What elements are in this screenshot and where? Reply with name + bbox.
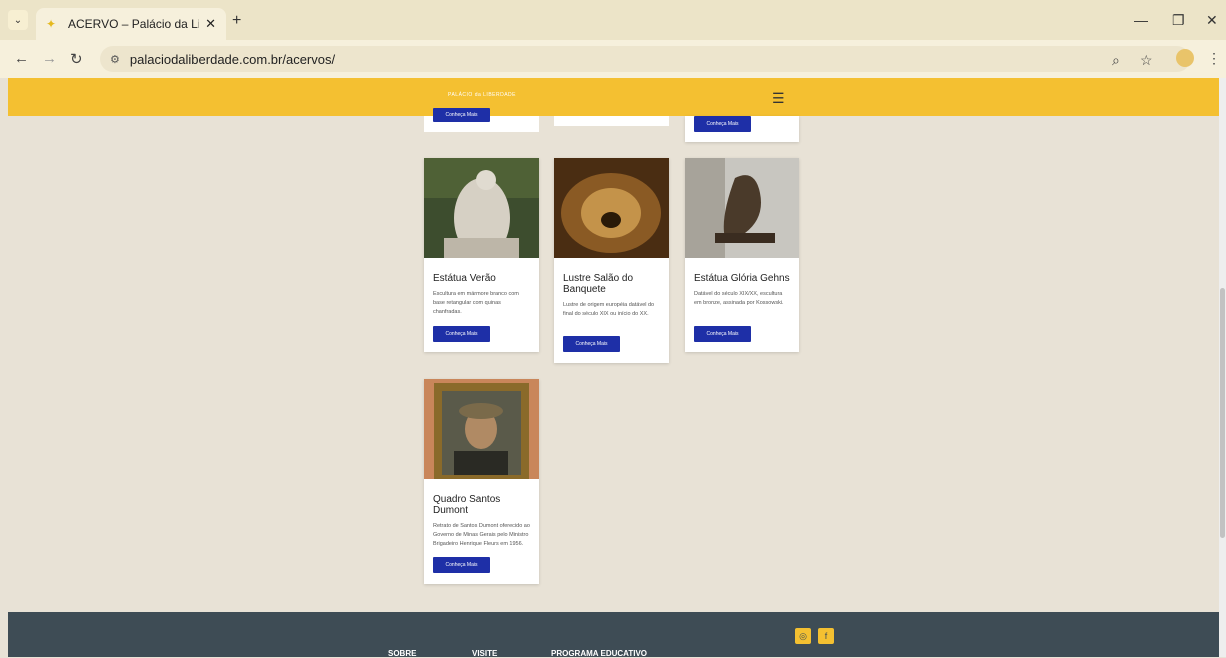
site-logo[interactable]: PALÁCIO da LIBERDADE (448, 92, 516, 98)
site-info-icon[interactable]: ⚙ (110, 53, 120, 66)
bookmark-star-icon[interactable]: ☆ (1140, 52, 1153, 69)
card-description: Escultura em mármore branco com base ret… (433, 291, 519, 315)
back-icon[interactable]: ← (14, 50, 29, 67)
portrait-painting-image[interactable] (424, 379, 539, 479)
scrollbar-thumb[interactable] (1220, 288, 1225, 538)
minimize-icon[interactable]: — (1134, 12, 1148, 28)
card-description: Retrato de Santos Dumont oferecido ao Go… (433, 523, 530, 547)
restore-icon[interactable]: ❐ (1172, 12, 1185, 29)
browser-tab-strip: ⌄ ✦ ACERVO – Palácio da Liberdade ✕ + — … (0, 0, 1226, 40)
tab-search-button[interactable]: ⌄ (8, 10, 28, 30)
collection-card: Lustre Salão do Banquete Lustre de orige… (554, 158, 669, 363)
card-title: Estátua Glória Gehns (694, 273, 790, 284)
zoom-icon[interactable]: ⌕ (1112, 52, 1120, 69)
card-title: Lustre Salão do Banquete (563, 273, 634, 295)
collection-card: Estátua Glória Gehns Datável do século X… (685, 158, 799, 352)
card-title: Estátua Verão (433, 273, 496, 284)
chandelier-image[interactable] (554, 158, 669, 258)
collection-card: Quadro Santos Dumont Retrato de Santos D… (424, 379, 539, 584)
page-scrollbar[interactable] (1219, 78, 1226, 657)
browser-menu-icon[interactable]: ⋮ (1207, 50, 1221, 67)
browser-tab[interactable]: ✦ ACERVO – Palácio da Liberdade ✕ (36, 8, 226, 40)
tab-close-icon[interactable]: ✕ (205, 16, 216, 32)
conheca-mais-button[interactable]: Conheça Mais (433, 108, 490, 122)
site-favicon-icon: ✦ (46, 17, 57, 31)
profile-avatar[interactable] (1176, 49, 1194, 67)
site-header: PALÁCIO da LIBERDADE ☰ (8, 78, 1219, 116)
card-description: Datável do século XIX/XX, escultura em b… (694, 291, 784, 306)
address-toolbar: ← → ↻ ⚙ palaciodaliberdade.com.br/acervo… (0, 40, 1226, 78)
card-description: Lustre de origem européia datável do fin… (563, 302, 655, 317)
instagram-icon[interactable]: ◎ (795, 628, 811, 644)
collection-card: Estátua Verão Escultura em mármore branc… (424, 158, 539, 352)
conheca-mais-button[interactable]: Conheça Mais (694, 116, 751, 132)
card-title: Quadro Santos Dumont (433, 494, 501, 516)
facebook-icon[interactable]: f (818, 628, 834, 644)
card-partial-middle (554, 116, 669, 126)
window-close-icon[interactable]: ✕ (1206, 12, 1218, 29)
forward-icon[interactable]: → (42, 50, 57, 67)
tab-title: ACERVO – Palácio da Liberdade (68, 17, 199, 31)
card-partial-left: Conheça Mais (424, 108, 539, 132)
reload-icon[interactable]: ↻ (70, 50, 83, 68)
url-text: palaciodaliberdade.com.br/acervos/ (129, 51, 336, 67)
conheca-mais-button[interactable]: Conheça Mais (433, 326, 490, 342)
statue-image[interactable] (424, 158, 539, 258)
address-bar[interactable]: ⚙ palaciodaliberdade.com.br/acervos/ (100, 46, 1190, 72)
new-tab-button[interactable]: + (232, 12, 241, 30)
conheca-mais-button[interactable]: Conheça Mais (694, 326, 751, 342)
conheca-mais-button[interactable]: Conheça Mais (433, 557, 490, 573)
bronze-statue-image[interactable] (685, 158, 799, 258)
conheca-mais-button[interactable]: Conheça Mais (563, 336, 620, 352)
card-partial-right: Conheça Mais (685, 116, 799, 142)
hamburger-menu-icon[interactable]: ☰ (772, 90, 785, 107)
